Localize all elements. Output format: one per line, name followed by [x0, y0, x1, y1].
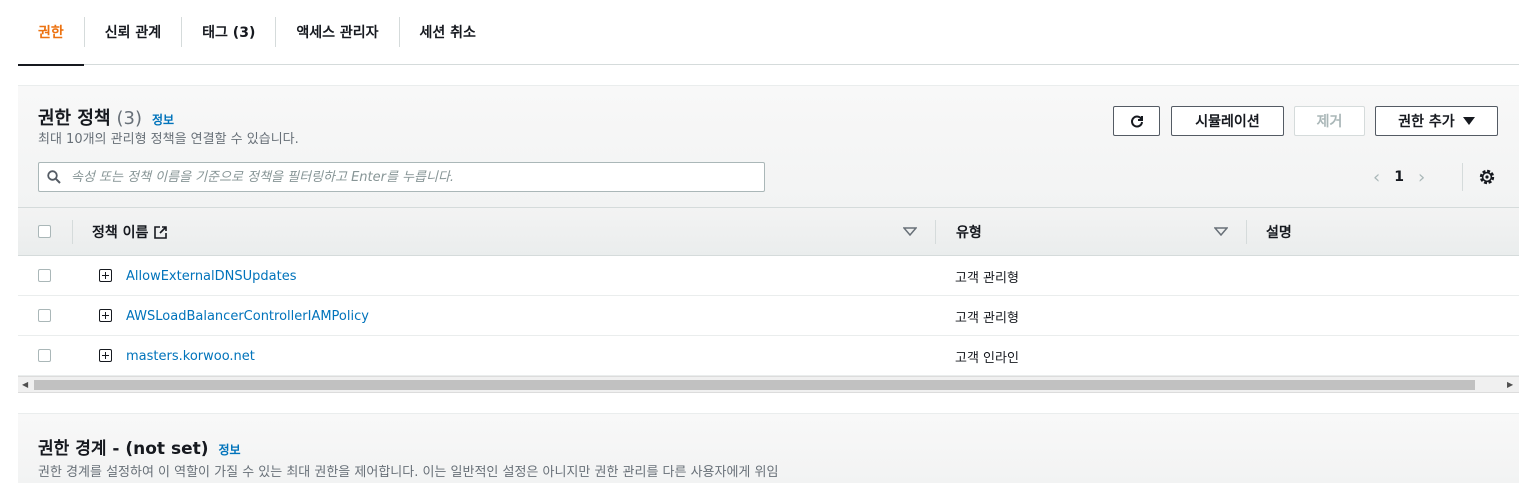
scroll-left-icon[interactable]: ◀ [22, 380, 28, 389]
column-divider [935, 220, 936, 244]
panel-title: 권한 정책 (3) 정보 [38, 104, 174, 130]
table-row: AWSLoadBalancerControllerIAMPolicy 고객 관리… [18, 296, 1519, 336]
expand-icon[interactable] [99, 309, 112, 322]
sort-type-icon[interactable] [1214, 227, 1228, 236]
info-link[interactable]: 정보 [152, 111, 174, 128]
search-icon [47, 170, 61, 184]
column-name-label: 정책 이름 [92, 225, 149, 241]
column-header-description[interactable]: 설명 [1266, 208, 1292, 256]
tab-revoke-sessions[interactable]: 세션 취소 [400, 0, 496, 65]
expand-icon[interactable] [99, 349, 112, 362]
row-checkbox[interactable] [38, 349, 51, 362]
policy-type: 고객 인라인 [955, 350, 1019, 366]
policy-type: 고객 관리형 [955, 270, 1019, 286]
panel-header: 권한 정책 (3) 정보 최대 10개의 관리형 정책을 연결할 수 있습니다.… [18, 86, 1519, 207]
tab-trust-relationships[interactable]: 신뢰 관계 [85, 0, 181, 65]
boundary-description: 권한 경계를 설정하여 이 역할이 가질 수 있는 최대 권한을 제어합니다. … [38, 465, 779, 480]
info-link[interactable]: 정보 [219, 441, 241, 458]
external-link-icon [154, 225, 168, 239]
column-divider [72, 220, 73, 244]
boundary-title-text: 권한 경계 - (not set) [38, 439, 209, 459]
tab-bar: 권한 신뢰 관계 태그 (3) 액세스 관리자 세션 취소 [18, 0, 1519, 66]
gear-icon[interactable] [1478, 168, 1496, 186]
prev-page-icon[interactable]: ‹ [1373, 167, 1380, 188]
row-checkbox[interactable] [38, 269, 51, 282]
panel-title-text: 권한 정책 [38, 108, 111, 129]
sort-name-icon[interactable] [903, 227, 917, 236]
page-number[interactable]: 1 [1394, 169, 1404, 185]
scroll-right-icon[interactable]: ▶ [1507, 380, 1513, 389]
remove-button[interactable]: 제거 [1294, 106, 1365, 136]
panel-description: 최대 10개의 관리형 정책을 연결할 수 있습니다. [38, 132, 299, 147]
policy-filter-input[interactable] [69, 168, 729, 186]
refresh-icon [1130, 115, 1143, 128]
add-permissions-button[interactable]: 권한 추가 [1375, 106, 1498, 136]
refresh-button[interactable] [1113, 106, 1160, 136]
next-page-icon[interactable]: › [1418, 167, 1425, 188]
caret-down-icon [1462, 117, 1475, 125]
expand-icon[interactable] [99, 269, 112, 282]
simulate-button[interactable]: 시뮬레이션 [1171, 106, 1284, 136]
policy-name-link[interactable]: AWSLoadBalancerControllerIAMPolicy [126, 296, 369, 336]
tab-access-advisor[interactable]: 액세스 관리자 [276, 0, 398, 65]
row-checkbox[interactable] [38, 309, 51, 322]
select-all-checkbox[interactable] [38, 225, 51, 238]
boundary-title: 권한 경계 - (not set) 정보 [38, 434, 241, 459]
search-box [38, 162, 765, 192]
table-row: AllowExternalDNSUpdates 고객 관리형 [18, 256, 1519, 296]
table-header: 정책 이름 유형 설명 [18, 207, 1519, 256]
tab-permissions[interactable]: 권한 [18, 0, 84, 66]
scrollbar-thumb[interactable] [34, 380, 1475, 390]
policy-name-link[interactable]: AllowExternalDNSUpdates [126, 256, 296, 296]
pagination: ‹ 1 › [1373, 162, 1425, 192]
policy-count: (3) [116, 108, 143, 129]
tab-tags[interactable]: 태그 (3) [182, 0, 275, 65]
table-row: masters.korwoo.net 고객 인라인 [18, 336, 1519, 376]
column-divider [1246, 220, 1247, 244]
add-permissions-label: 권한 추가 [1398, 114, 1455, 130]
permissions-boundary-panel: 권한 경계 - (not set) 정보 권한 경계를 설정하여 이 역할이 가… [18, 413, 1519, 483]
column-header-type[interactable]: 유형 [956, 208, 982, 256]
policy-name-link[interactable]: masters.korwoo.net [126, 336, 255, 376]
pager-divider [1462, 163, 1463, 191]
permissions-policies-panel: 권한 정책 (3) 정보 최대 10개의 관리형 정책을 연결할 수 있습니다.… [18, 85, 1519, 393]
column-header-name[interactable]: 정책 이름 [92, 208, 168, 256]
horizontal-scrollbar[interactable]: ◀ ▶ [18, 376, 1519, 393]
policy-type: 고객 관리형 [955, 310, 1019, 326]
